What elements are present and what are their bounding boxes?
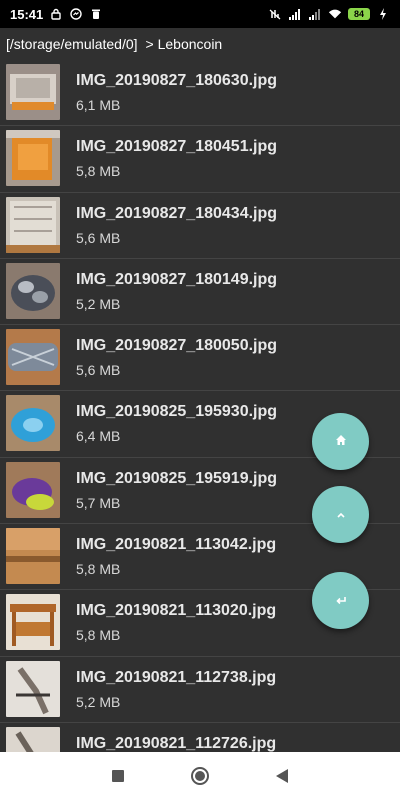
file-thumbnail [6,130,60,187]
back-arrow-icon [335,592,347,610]
trash-icon [89,7,103,21]
file-thumbnail [6,262,60,319]
file-size: 5,6 MB [76,362,121,379]
battery-icon: 84 [348,8,370,20]
file-thumbnail [6,660,60,717]
status-right: 84 [268,7,390,21]
breadcrumb: [/storage/emulated/0] > Leboncoin [0,28,400,60]
file-name: IMG_20190827_180149.jpg [76,270,278,288]
home-circle-icon[interactable] [190,766,210,786]
file-name: IMG_20190825_195930.jpg [76,403,278,421]
file-name: IMG_20190827_180434.jpg [76,204,278,222]
status-time: 15:41 [10,6,44,22]
wifi-icon [328,7,342,21]
breadcrumb-root[interactable]: [/storage/emulated/0] [6,36,138,52]
back-triangle-icon[interactable] [272,766,292,786]
list-item[interactable]: IMG_20190821_112738.jpg 5,2 MB [0,657,400,723]
status-bar: 15:41 84 [0,0,400,28]
file-list: IMG_20190827_180630.jpg 6,1 MB IMG_20190… [0,60,400,752]
file-thumbnail [6,329,60,386]
recents-square-icon[interactable] [108,766,128,786]
file-name: IMG_20190821_112726.jpg [76,734,277,752]
charging-icon [376,7,390,21]
list-item[interactable]: IMG_20190827_180050.jpg 5,6 MB [0,325,400,392]
file-size: 5,8 MB [76,561,121,578]
file-thumbnail [6,528,60,585]
file-name: IMG_20190821_113020.jpg [76,602,277,620]
file-size: 6,4 MB [76,428,121,445]
file-name: IMG_20190827_180630.jpg [76,72,278,89]
file-thumbnail [6,726,60,752]
file-thumbnail [6,461,60,518]
data-off-icon [268,7,282,21]
messenger-icon [69,7,83,21]
list-item[interactable]: IMG_20190821_112726.jpg [0,723,400,752]
chevron-up-icon [336,506,346,524]
list-item[interactable]: IMG_20190827_180149.jpg 5,2 MB [0,259,400,326]
file-thumbnail [6,594,60,651]
list-item[interactable]: IMG_20190827_180434.jpg 5,6 MB [0,193,400,259]
file-name: IMG_20190821_113042.jpg [76,536,277,554]
file-size: 5,7 MB [76,494,121,511]
file-size: 5,8 MB [76,163,121,180]
list-item[interactable]: IMG_20190827_180451.jpg 5,8 MB [0,126,400,193]
home-icon [335,433,347,451]
scroll-up-fab-button[interactable] [312,486,369,543]
file-thumbnail [6,64,60,120]
signal-icon [308,7,322,21]
lock-icon [49,7,63,21]
file-name: IMG_20190827_180050.jpg [76,337,278,355]
file-size: 5,8 MB [76,627,121,644]
file-size: 5,2 MB [76,693,121,710]
status-left: 15:41 [10,7,103,22]
file-name: IMG_20190821_112738.jpg [76,668,277,686]
navigation-bar [0,752,400,800]
list-item[interactable]: IMG_20190827_180630.jpg 6,1 MB [0,60,400,127]
file-thumbnail [6,395,60,452]
breadcrumb-current[interactable]: > Leboncoin [146,36,223,52]
file-size: 5,6 MB [76,229,121,246]
file-name: IMG_20190827_180451.jpg [76,138,278,156]
home-fab-button[interactable] [312,413,369,470]
file-thumbnail [6,196,60,253]
file-size: 5,2 MB [76,295,121,312]
back-fab-button[interactable] [312,572,369,629]
signal-icon [288,7,302,21]
file-name: IMG_20190825_195919.jpg [76,469,278,487]
file-size: 6,1 MB [76,97,121,113]
